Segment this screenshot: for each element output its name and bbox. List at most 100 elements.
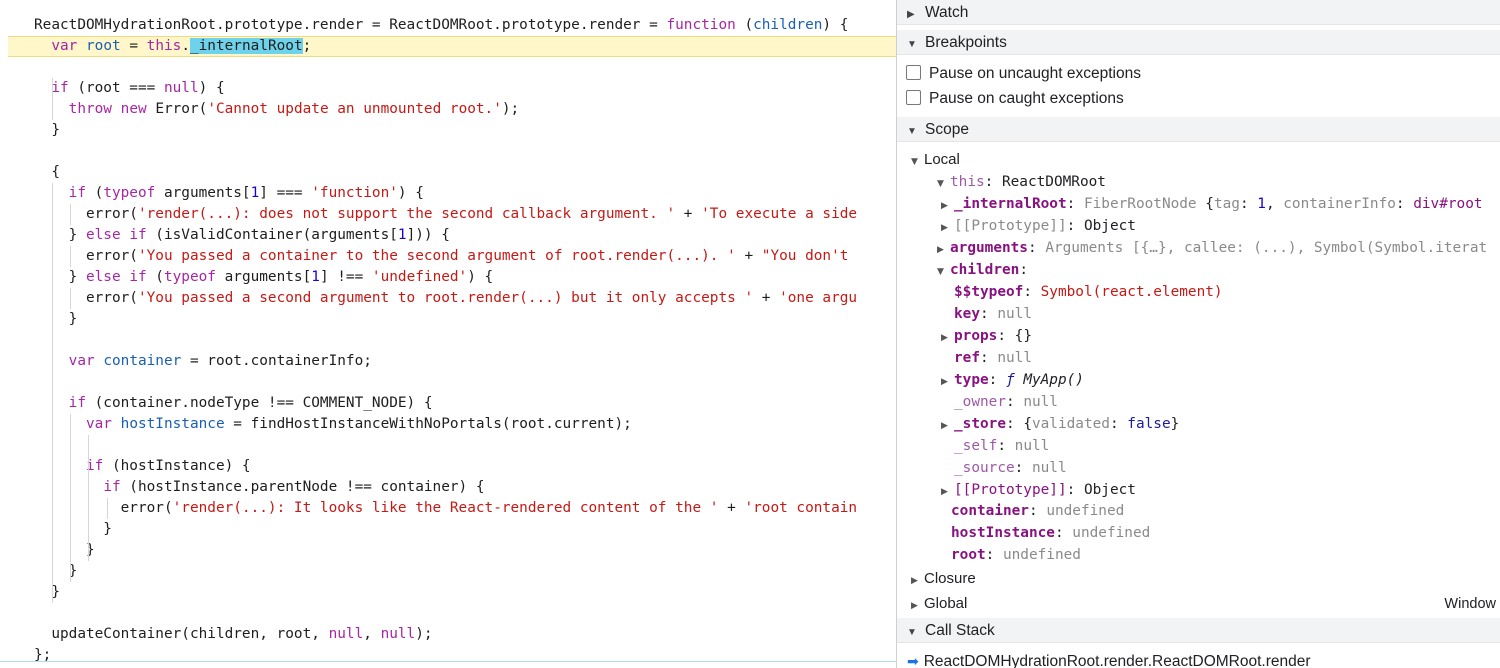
pause-caught-checkbox[interactable] xyxy=(906,90,921,105)
code-token: } xyxy=(34,521,112,537)
scope-row[interactable]: ▼ this: ReactDOMRoot xyxy=(937,171,1500,193)
code-token: null xyxy=(380,626,416,642)
code-token: 'render(...): It looks like the React-re… xyxy=(172,500,719,516)
expand-right-icon[interactable]: ▶ xyxy=(941,371,954,393)
triangle-down-icon: ▼ xyxy=(907,627,917,638)
scope-token: : xyxy=(1239,196,1258,212)
scope-token: : xyxy=(988,372,1006,388)
scope-token: : xyxy=(980,350,998,366)
code-token: 'To execute a side xyxy=(701,206,858,222)
scope-token: Object xyxy=(1083,218,1136,234)
code-token: 'function' xyxy=(311,185,398,201)
scope-token: Symbol(react.element) xyxy=(1040,284,1223,300)
breakpoints-section-header[interactable]: ▼ Breakpoints xyxy=(897,30,1500,55)
scope-token: props xyxy=(954,328,998,344)
code-line: error('You passed a second argument to r… xyxy=(34,288,857,309)
code-token: ); xyxy=(415,626,433,642)
scope-token: MyApp() xyxy=(1023,372,1084,388)
scope-token: } xyxy=(1170,416,1180,432)
code-token: ( xyxy=(85,185,104,201)
code-token: (isValidContainer(arguments[ xyxy=(146,227,398,243)
expand-down-icon[interactable]: ▼ xyxy=(937,261,950,283)
scope-token: _owner xyxy=(954,394,1006,410)
scope-row: _owner: null xyxy=(941,391,1500,413)
pause-uncaught-checkbox-row[interactable]: Pause on uncaught exceptions xyxy=(906,63,1141,85)
scope-row[interactable]: ▶ props: {} xyxy=(941,325,1500,347)
code-token: 'root contain xyxy=(744,500,858,516)
scope-row[interactable]: ▶ arguments: Arguments [{…}, callee: (...… xyxy=(937,237,1500,259)
pause-caught-checkbox-row[interactable]: Pause on caught exceptions xyxy=(906,88,1124,110)
code-token: } xyxy=(34,542,95,558)
scope-token: validated xyxy=(1031,416,1110,432)
expand-down-icon[interactable]: ▼ xyxy=(937,173,950,195)
code-token: if xyxy=(129,269,147,285)
scope-token: Global xyxy=(924,595,968,612)
code-token: container xyxy=(103,353,182,369)
scope-row: key: null xyxy=(941,303,1500,325)
code-token: } xyxy=(34,227,86,243)
indent-guide xyxy=(70,288,71,309)
code-token: (root === xyxy=(68,80,164,96)
code-token: (hostInstance) { xyxy=(103,458,251,474)
code-token: error( xyxy=(34,500,173,516)
expand-right-icon[interactable]: ▶ xyxy=(911,570,924,592)
code-token: ( xyxy=(146,269,164,285)
pause-uncaught-label: Pause on uncaught exceptions xyxy=(929,65,1141,82)
code-token: hostInstance xyxy=(120,416,225,432)
scope-token: : xyxy=(1028,503,1047,519)
code-token: (container.nodeType !== COMMENT_NODE) { xyxy=(85,395,433,411)
code-token: = root.containerInfo; xyxy=(181,353,372,369)
code-line: var hostInstance = findHostInstanceWithN… xyxy=(34,414,632,435)
expand-right-icon[interactable]: ▶ xyxy=(911,595,924,617)
scope-token: : xyxy=(1005,416,1024,432)
call-frame-current[interactable]: ➡ ReactDOMHydrationRoot.render.ReactDOMRo… xyxy=(907,650,1311,668)
code-token: ) { xyxy=(397,185,424,201)
code-line-paused: var root = this._internalRoot; xyxy=(8,36,896,57)
scope-row[interactable]: ▶ [[Prototype]]: Object xyxy=(941,215,1500,237)
code-line: throw new Error('Cannot update an unmoun… xyxy=(34,99,520,120)
expand-down-icon[interactable]: ▼ xyxy=(911,151,924,173)
scope-row[interactable]: ▼ Local xyxy=(911,149,1500,171)
scope-label: Scope xyxy=(925,121,969,138)
pause-uncaught-checkbox[interactable] xyxy=(906,65,921,80)
expand-right-icon[interactable]: ▶ xyxy=(941,195,954,217)
watch-section-header[interactable]: ▶ Watch xyxy=(897,0,1500,25)
code-token: 'render(...): does not support the secon… xyxy=(137,206,676,222)
scope-token: : xyxy=(985,547,1003,563)
scope-row[interactable]: ▼ children: xyxy=(937,259,1500,281)
source-code-editor[interactable]: ReactDOMHydrationRoot.prototype.render =… xyxy=(0,0,896,668)
code-token: ])) { xyxy=(406,227,450,243)
code-token: ] !== xyxy=(319,269,372,285)
expand-right-icon[interactable]: ▶ xyxy=(941,327,954,349)
expand-right-icon[interactable]: ▶ xyxy=(937,239,950,261)
expand-right-icon[interactable]: ▶ xyxy=(941,415,954,437)
scope-row[interactable]: ▶ Global Window xyxy=(911,593,1500,615)
code-token: 'undefined' xyxy=(371,269,468,285)
code-token: ( xyxy=(735,17,754,33)
scope-row[interactable]: ▶ _store: {validated: false} xyxy=(941,413,1500,435)
scope-row[interactable]: ▶ type: ƒ MyApp() xyxy=(941,369,1500,391)
indent-guide xyxy=(70,246,71,267)
callstack-section-header[interactable]: ▼ Call Stack xyxy=(897,618,1500,643)
expand-right-icon[interactable]: ▶ xyxy=(941,217,954,239)
scope-token: , xyxy=(1265,196,1284,212)
code-line: } else if (typeof arguments[1] !== 'unde… xyxy=(34,267,494,288)
code-line: } else if (isValidContainer(arguments[1]… xyxy=(34,225,450,246)
code-token: ReactDOMHydrationRoot.prototype.render =… xyxy=(34,17,667,33)
code-token: new xyxy=(120,101,147,117)
scope-row[interactable]: ▶ [[Prototype]]: Object xyxy=(941,479,1500,501)
code-line: error('You passed a container to the sec… xyxy=(34,246,848,267)
callstack-label: Call Stack xyxy=(925,622,995,639)
scope-section-header[interactable]: ▼ Scope xyxy=(897,117,1500,142)
scope-token: FiberRootNode xyxy=(1083,196,1206,212)
triangle-right-icon: ▶ xyxy=(907,9,915,20)
code-token: if xyxy=(103,479,121,495)
scope-row[interactable]: ▶ _internalRoot: FiberRootNode {tag: 1, c… xyxy=(941,193,1500,215)
scope-right-value: Window xyxy=(1444,596,1496,612)
code-line: if (hostInstance.parentNode !== containe… xyxy=(34,477,484,498)
scope-row[interactable]: ▶ Closure xyxy=(911,568,1500,590)
